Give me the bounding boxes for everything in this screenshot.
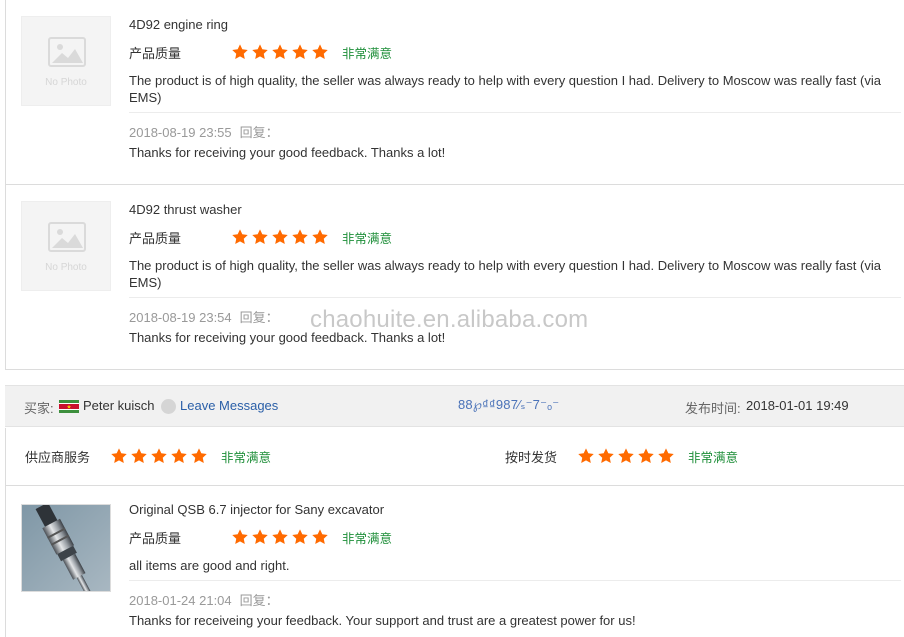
on-time-delivery-rating: 按时发货 非常满意 [505, 446, 738, 466]
seller-reply: Thanks for receiving your good feedback.… [129, 145, 446, 160]
star-icon [637, 447, 655, 465]
image-placeholder-icon [48, 222, 86, 252]
divider [129, 297, 901, 298]
review-date: 2018-08-19 23:55 [129, 125, 232, 140]
reply-label: 回复： [239, 593, 279, 608]
star-icon [150, 447, 168, 465]
country-flag-icon [59, 400, 79, 413]
star-icon [251, 43, 269, 61]
reply-label: 回复： [239, 125, 279, 140]
divider [129, 112, 901, 113]
review-item: Original QSB 6.7 injector for Sany excav… [6, 486, 904, 637]
star-icon [231, 228, 249, 246]
review-card: Original QSB 6.7 injector for Sany excav… [5, 486, 904, 637]
star-icon [170, 447, 188, 465]
buyer-header: 买家: Peter kuisch Leave Messages 88℘₫₫987… [5, 385, 904, 427]
star-icon [311, 228, 329, 246]
review-date: 2018-01-24 21:04 [129, 593, 232, 608]
no-photo-label: No Photo [45, 77, 87, 88]
order-number: 88℘₫₫987⁄ₛ⁻7⁻ₒ⁻ [458, 397, 560, 412]
satisfaction-label: 非常满意 [221, 450, 272, 465]
star-icon [291, 43, 309, 61]
buyer-name: Peter kuisch [83, 398, 155, 413]
star-rating [231, 43, 329, 61]
star-icon [657, 447, 675, 465]
product-thumbnail[interactable]: No Photo [21, 16, 111, 106]
rating-label: 产品质量 [129, 230, 182, 246]
star-icon [251, 528, 269, 546]
product-thumbnail[interactable] [21, 504, 111, 592]
satisfaction-label: 非常满意 [342, 46, 393, 61]
star-icon [231, 43, 249, 61]
product-rating: 产品质量 非常满意 [129, 42, 392, 62]
product-title[interactable]: 4D92 thrust washer [129, 202, 242, 217]
star-icon [597, 447, 615, 465]
satisfaction-label: 非常满意 [342, 231, 393, 246]
star-rating [110, 447, 208, 465]
star-icon [231, 528, 249, 546]
rating-label: 产品质量 [129, 45, 182, 61]
seller-reply: Thanks for receiveing your feedback. You… [129, 613, 636, 628]
satisfaction-label: 非常满意 [342, 531, 393, 546]
star-icon [190, 447, 208, 465]
supplier-service-rating: 供应商服务 非常满意 [25, 446, 271, 466]
leave-messages-link[interactable]: Leave Messages [180, 398, 278, 413]
review-meta: 2018-08-19 23:55 回复： [129, 122, 279, 141]
review-text: all items are good and right. [129, 558, 290, 573]
divider [129, 580, 901, 581]
star-rating [231, 228, 329, 246]
product-rating: 产品质量 非常满意 [129, 527, 392, 547]
publish-time: 2018-01-01 19:49 [746, 398, 849, 413]
star-icon [311, 43, 329, 61]
message-icon[interactable] [161, 399, 176, 414]
star-icon [130, 447, 148, 465]
reply-label: 回复： [239, 310, 279, 325]
publish-time-label: 发布时间: [685, 401, 741, 416]
rating-label: 供应商服务 [25, 449, 91, 465]
star-icon [311, 528, 329, 546]
product-title[interactable]: 4D92 engine ring [129, 17, 228, 32]
no-photo-label: No Photo [45, 262, 87, 273]
satisfaction-label: 非常满意 [688, 450, 739, 465]
review-meta: 2018-08-19 23:54 回复： [129, 307, 279, 326]
review-meta: 2018-01-24 21:04 回复： [129, 590, 279, 609]
star-icon [291, 528, 309, 546]
rating-label: 按时发货 [505, 449, 558, 465]
review-text: The product is of high quality, the sell… [129, 73, 881, 105]
product-rating: 产品质量 非常满意 [129, 227, 392, 247]
product-thumbnail[interactable]: No Photo [21, 201, 111, 291]
star-icon [577, 447, 595, 465]
star-rating [577, 447, 675, 465]
image-placeholder-icon [48, 37, 86, 67]
star-icon [251, 228, 269, 246]
watermark: chaohuite.en.alibaba.com [310, 306, 589, 333]
star-icon [271, 528, 289, 546]
rating-label: 产品质量 [129, 530, 182, 546]
review-item: No Photo 4D92 engine ring 产品质量 非常满意 The … [6, 0, 904, 184]
review-item: No Photo 4D92 thrust washer 产品质量 非常满意 Th… [6, 185, 904, 369]
star-rating [231, 528, 329, 546]
product-title[interactable]: Original QSB 6.7 injector for Sany excav… [129, 502, 384, 517]
star-icon [617, 447, 635, 465]
review-text: The product is of high quality, the sell… [129, 258, 881, 290]
service-ratings: 供应商服务 非常满意 按时发货 非常满意 [5, 428, 904, 485]
injector-image [22, 505, 110, 591]
star-icon [271, 228, 289, 246]
review-date: 2018-08-19 23:54 [129, 310, 232, 325]
star-icon [110, 447, 128, 465]
star-icon [291, 228, 309, 246]
star-icon [271, 43, 289, 61]
buyer-label: 买家: [24, 401, 54, 416]
